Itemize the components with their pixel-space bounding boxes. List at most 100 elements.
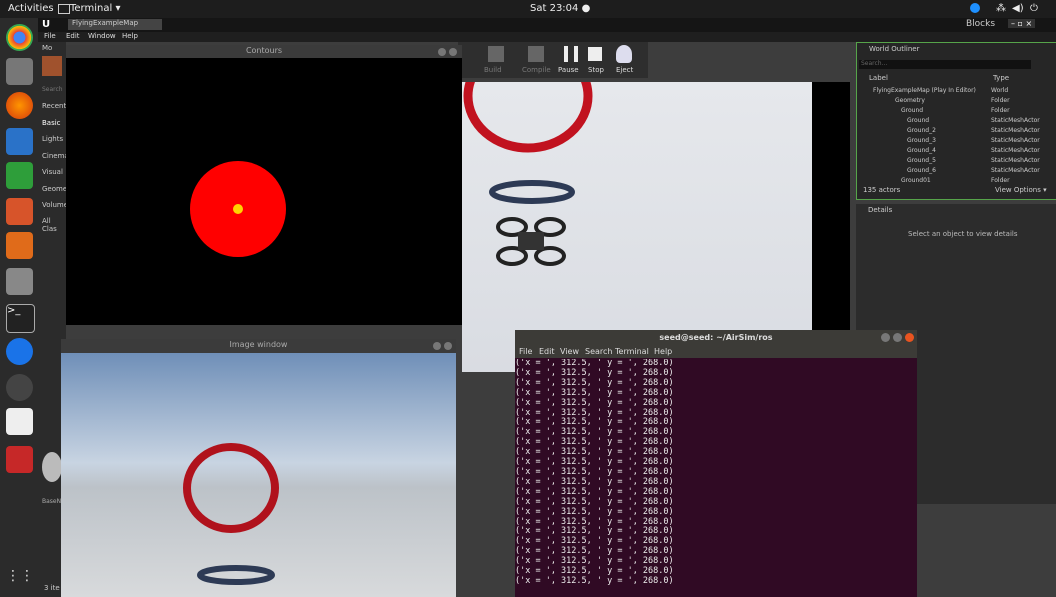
drone-icon (496, 217, 566, 266)
stop-button[interactable]: Stop (588, 66, 604, 74)
build-icon (488, 46, 504, 62)
close-button[interactable] (449, 48, 457, 56)
contours-titlebar[interactable]: Contours (66, 45, 462, 58)
compile-button[interactable]: Compile (522, 66, 551, 74)
network-icon[interactable]: ⁂ (996, 3, 1006, 14)
ring-blue (489, 180, 575, 204)
col-label-header[interactable]: Label (869, 74, 888, 82)
minimize-button[interactable] (433, 342, 441, 350)
menu-edit[interactable]: Edit (66, 32, 80, 40)
modes-basic[interactable]: Basic (42, 119, 61, 127)
terminal-icon[interactable]: >_ (6, 304, 35, 333)
files-icon[interactable] (6, 58, 33, 85)
build-button[interactable]: Build (484, 66, 502, 74)
menu-view[interactable]: View (560, 347, 579, 356)
modes-visual[interactable]: Visual (42, 168, 63, 176)
terminal-titlebar[interactable]: seed@seed: ~/AirSim/ros (515, 330, 917, 345)
actor-count: 135 actors (863, 186, 901, 194)
modes-cinematic[interactable]: Cinema (42, 152, 69, 160)
stop-icon (588, 47, 602, 61)
calc-icon[interactable] (6, 162, 33, 189)
eject-button[interactable]: Eject (616, 66, 633, 74)
level-tab[interactable]: FlyingExampleMap (68, 19, 162, 30)
unreal-icon[interactable] (6, 374, 33, 401)
contour-image (190, 161, 286, 257)
view-options-button[interactable]: View Options ▾ (995, 186, 1047, 194)
editor-titlebar: U FlyingExampleMap Blocks – ▫ × (38, 18, 1056, 32)
ring-red (463, 39, 593, 153)
minimize-button[interactable] (438, 48, 446, 56)
launcher-dock: >_ ⋮⋮ (0, 18, 38, 597)
activities-button[interactable]: Activities (8, 3, 54, 14)
terminal-output[interactable]: ('x = ', 312.5, ' y = ', 268.0) ('x = ', … (515, 359, 917, 597)
details-empty-message: Select an object to view details (908, 230, 1018, 238)
editor-menubar: File Edit Window Help (38, 32, 1056, 42)
modes-geometry[interactable]: Geome (42, 185, 67, 193)
terminal-line: ('x = ', 312.5, ' y = ', 268.0) (515, 506, 674, 517)
modes-recent[interactable]: Recent (42, 102, 66, 110)
close-button[interactable] (444, 342, 452, 350)
pause-button[interactable]: Pause (558, 66, 579, 74)
place-mode-icon[interactable] (42, 56, 62, 76)
contour-center (233, 204, 243, 214)
close-button[interactable] (905, 333, 914, 342)
terminal-menubar: File Edit View Search Terminal Help (515, 345, 917, 358)
details-title: Details (868, 206, 893, 214)
compile-icon (528, 46, 544, 62)
settings-icon[interactable] (6, 268, 33, 295)
col-type-header[interactable]: Type (993, 74, 1009, 82)
menu-file[interactable]: File (44, 32, 56, 40)
terminal-app-icon (58, 4, 70, 14)
content-item-count: 3 ite (44, 584, 60, 592)
show-apps-icon[interactable]: ⋮⋮ (6, 568, 34, 595)
impress-icon[interactable] (6, 198, 33, 225)
volume-icon[interactable]: ◀) (1012, 3, 1024, 14)
teamviewer-tray-icon[interactable] (970, 3, 980, 13)
project-name: Blocks (966, 19, 996, 29)
modes-search[interactable]: Search (42, 86, 63, 93)
menu-window[interactable]: Window (88, 32, 116, 40)
contours-window: Contours (66, 45, 462, 325)
software-center-icon[interactable] (6, 232, 33, 259)
menu-help[interactable]: Help (122, 32, 138, 40)
system-top-bar: Activities Terminal ▾ Sat 23:04 ● ⁂ ◀) ⏻ (0, 0, 1056, 18)
terminal-window: seed@seed: ~/AirSim/ros File Edit View S… (515, 330, 917, 597)
menu-file[interactable]: File (519, 347, 532, 356)
image-window: Image window (61, 339, 456, 597)
eject-icon (616, 45, 632, 63)
window-controls[interactable]: – ▫ × (1008, 19, 1036, 28)
terminal-line: ('x = ', 312.5, ' y = ', 268.0) (515, 575, 674, 586)
app-menu[interactable]: Terminal ▾ (70, 3, 120, 14)
maximize-button[interactable] (893, 333, 902, 342)
menu-help[interactable]: Help (654, 347, 672, 356)
pause-icon (564, 46, 578, 62)
viewport-scene (463, 39, 593, 266)
unreal-logo-icon: U (42, 19, 51, 30)
editor-toolbar: Build Compile Pause Stop Eject (458, 42, 648, 78)
outliner-search[interactable]: Search... (859, 60, 1031, 69)
text-editor-icon[interactable] (6, 408, 33, 435)
modes-volumes[interactable]: Volume (42, 201, 68, 209)
level-viewport[interactable] (462, 39, 850, 372)
teamviewer-icon[interactable] (6, 338, 33, 365)
minimize-button[interactable] (881, 333, 890, 342)
asset-thumbnail[interactable] (42, 452, 62, 482)
chrome-icon[interactable] (6, 24, 33, 51)
modes-all-classes[interactable]: All Clas (42, 217, 66, 233)
screen-recorder-icon[interactable] (6, 446, 33, 473)
clock[interactable]: Sat 23:04 ● (530, 3, 590, 14)
modes-tab[interactable]: Mo (42, 44, 52, 52)
outliner-title: World Outliner (869, 45, 920, 53)
writer-icon[interactable] (6, 128, 33, 155)
menu-search[interactable]: Search (585, 347, 612, 356)
image-window-titlebar[interactable]: Image window (61, 339, 456, 353)
asset-name: BaseN (42, 498, 62, 505)
menu-terminal[interactable]: Terminal (615, 347, 649, 356)
viewport-side-bar (812, 82, 850, 372)
camera-image (61, 353, 456, 597)
modes-lights[interactable]: Lights (42, 135, 63, 143)
outliner-tree: FlyingExampleMap (Play In Editor) World G… (873, 87, 1040, 184)
power-icon[interactable]: ⏻ (1030, 3, 1038, 14)
menu-edit[interactable]: Edit (539, 347, 555, 356)
firefox-icon[interactable] (6, 92, 33, 119)
